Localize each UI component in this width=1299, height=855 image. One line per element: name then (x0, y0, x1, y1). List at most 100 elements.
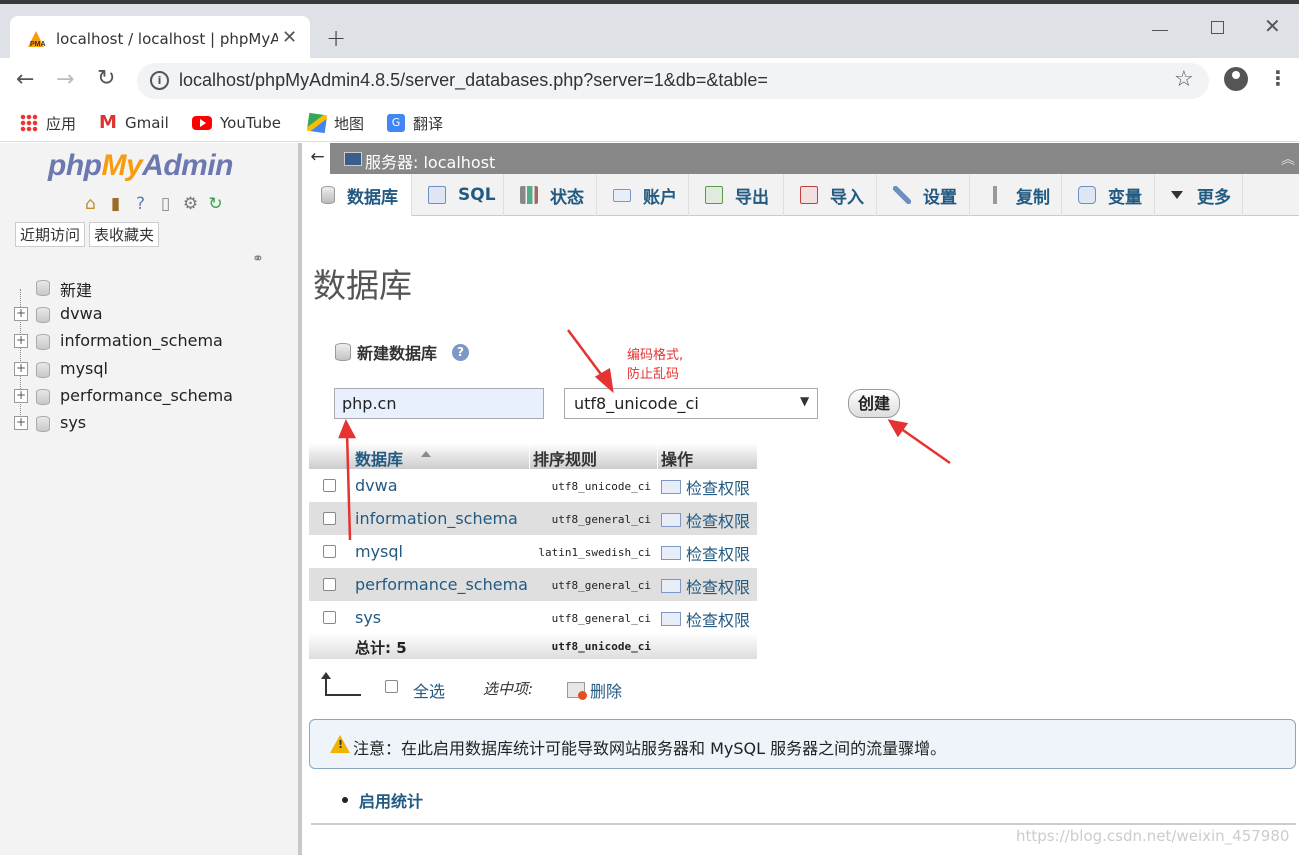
database-name-link[interactable]: information_schema (355, 509, 518, 528)
row-checkbox[interactable] (323, 545, 336, 558)
recent-tab[interactable]: 近期访问 (15, 222, 86, 247)
documentation-icon[interactable]: ▯ (155, 194, 176, 215)
database-icon (321, 186, 335, 204)
tab-status[interactable]: 状态 (504, 174, 597, 216)
logout-icon[interactable]: ▮ (105, 194, 126, 215)
help-icon[interactable]: ? (452, 344, 469, 361)
maximize-icon[interactable] (1211, 21, 1224, 34)
tab-import[interactable]: 导入 (784, 174, 877, 216)
collapse-up-icon[interactable]: ︽ (1281, 149, 1295, 169)
svg-text:PMA: PMA (30, 41, 46, 48)
server-icon (344, 152, 362, 166)
check-privileges-link[interactable]: 检查权限 (661, 541, 750, 565)
total-count: 总计: 5 (355, 639, 407, 657)
maps-icon (306, 112, 328, 134)
row-checkbox[interactable] (323, 578, 336, 591)
check-privileges-link[interactable]: 检查权限 (661, 475, 750, 499)
tab-settings[interactable]: 设置 (877, 174, 970, 216)
bookmark-maps[interactable]: 地图 (306, 112, 365, 134)
bookmark-label: 地图 (334, 114, 365, 133)
export-icon (705, 186, 723, 204)
phpmyadmin-logo[interactable]: phpMyAdmin (48, 149, 233, 183)
row-checkbox[interactable] (323, 479, 336, 492)
expand-icon[interactable]: + (14, 362, 28, 376)
server-breadcrumb[interactable]: 服务器: localhost (365, 149, 495, 173)
create-database-label: 新建数据库 (357, 344, 438, 363)
tab-variables[interactable]: 变量 (1062, 174, 1155, 216)
info-icon[interactable]: i (150, 71, 169, 90)
expand-icon[interactable]: + (14, 389, 28, 403)
delete-button[interactable]: 删除 (567, 678, 622, 702)
row-collation: utf8_unicode_ci (551, 480, 651, 493)
new-tab-button[interactable]: + (326, 24, 346, 52)
check-privileges-link[interactable]: 检查权限 (661, 574, 750, 598)
create-button[interactable]: 创建 (848, 389, 900, 418)
notice-text: 注意：在此启用数据库统计可能导致网站服务器和 MySQL 服务器之间的流量骤增。 (353, 739, 947, 758)
divider (311, 823, 1296, 825)
expand-icon[interactable]: + (14, 416, 28, 430)
tab-sql[interactable]: SQL (412, 174, 504, 216)
tree-item-label: mysql (60, 359, 108, 378)
row-checkbox[interactable] (323, 611, 336, 624)
account-icon[interactable] (1224, 67, 1248, 91)
tab-databases[interactable]: 数据库 (305, 174, 412, 216)
bookmark-translate[interactable]: G 翻译 (387, 112, 443, 134)
table-footer: 总计: 5 utf8_unicode_ci (309, 633, 757, 659)
collation-select[interactable]: utf8_unicode_ci (564, 388, 818, 419)
column-header-collation[interactable]: 排序规则 (533, 446, 597, 470)
column-header-database[interactable]: 数据库 (355, 446, 403, 470)
notice-box: 注意：在此启用数据库统计可能导致网站服务器和 MySQL 服务器之间的流量骤增。 (309, 719, 1296, 769)
row-checkbox[interactable] (323, 512, 336, 525)
dropdown-arrow-icon[interactable]: ▼ (800, 394, 809, 408)
collapse-nav-arrow-icon[interactable]: ← (305, 143, 330, 174)
database-name-link[interactable]: performance_schema (355, 575, 528, 594)
annotation-arrowhead (338, 419, 357, 439)
bookmark-label: Gmail (125, 114, 169, 132)
check-privileges-link[interactable]: 检查权限 (661, 508, 750, 532)
tab-close-icon[interactable]: ✕ (282, 27, 297, 48)
privileges-icon (661, 612, 681, 626)
check-privileges-link[interactable]: 检查权限 (661, 607, 750, 631)
refresh-icon[interactable]: ↻ (205, 194, 226, 215)
help-icon[interactable]: ? (130, 194, 151, 215)
home-icon[interactable]: ⌂ (80, 194, 101, 215)
favorites-tab[interactable]: 表收藏夹 (89, 222, 160, 247)
kebab-menu-icon[interactable]: ⋮ (1268, 66, 1288, 90)
tab-title: localhost / localhost | phpMyA (56, 30, 278, 48)
select-all-checkbox[interactable] (385, 680, 398, 693)
status-icon (520, 186, 538, 204)
back-arrow-icon[interactable]: ← (16, 67, 34, 92)
reload-icon[interactable]: ↻ (97, 66, 115, 91)
bookmark-gmail[interactable]: M Gmail (99, 112, 169, 134)
database-name-input[interactable] (334, 388, 544, 419)
database-name-link[interactable]: dvwa (355, 476, 398, 495)
tab-replication[interactable]: 复制 (970, 174, 1062, 216)
privileges-icon (661, 546, 681, 560)
bookmark-star-icon[interactable]: ☆ (1174, 67, 1194, 92)
minimize-icon[interactable] (1152, 30, 1168, 31)
expand-icon[interactable]: + (14, 334, 28, 348)
tab-export[interactable]: 导出 (689, 174, 784, 216)
window-close-icon[interactable]: ✕ (1264, 14, 1281, 38)
link-icon[interactable]: ⚭ (252, 251, 264, 267)
enable-statistics-link[interactable]: 启用统计 (359, 788, 423, 812)
list-bullet (342, 797, 348, 803)
database-name-link[interactable]: sys (355, 608, 381, 627)
chevron-down-icon (1171, 191, 1183, 199)
bookmark-youtube[interactable]: YouTube (192, 112, 281, 134)
replication-icon (986, 186, 1004, 204)
gmail-icon: M (99, 112, 117, 133)
database-icon (36, 334, 50, 350)
expand-icon[interactable]: + (14, 307, 28, 321)
bookmark-apps[interactable]: 应用 (20, 112, 76, 134)
forward-arrow-icon[interactable]: → (56, 67, 74, 92)
tab-more[interactable]: 更多 (1155, 174, 1243, 216)
select-all-label[interactable]: 全选 (413, 678, 445, 702)
tab-accounts[interactable]: 账户 (597, 174, 689, 216)
url-text[interactable]: localhost/phpMyAdmin4.8.5/server_databas… (179, 70, 768, 91)
database-name-link[interactable]: mysql (355, 542, 403, 561)
browser-tab[interactable]: PMA localhost / localhost | phpMyA ✕ (10, 16, 310, 62)
table-header: 数据库 排序规则 操作 (309, 443, 757, 469)
address-bar[interactable]: i localhost/phpMyAdmin4.8.5/server_datab… (137, 63, 1209, 99)
gear-icon[interactable]: ⚙ (180, 194, 201, 215)
